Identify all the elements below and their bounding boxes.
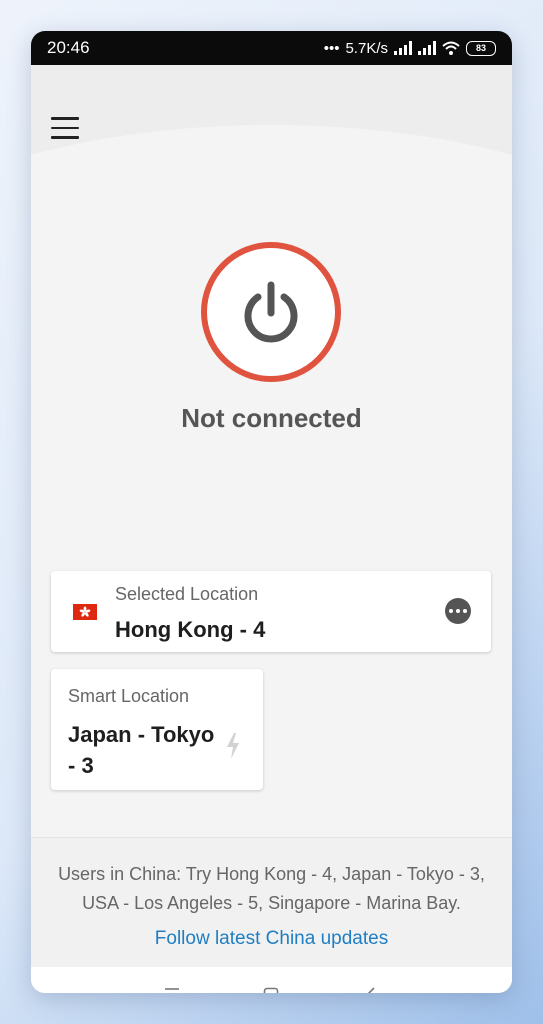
selected-location-value: Hong Kong - 4: [115, 617, 266, 642]
selected-location-label: Selected Location: [115, 584, 259, 604]
menu-icon[interactable]: [51, 117, 79, 139]
wifi-icon: [442, 41, 460, 55]
status-bar: 20:46 ••• 5.7K/s 83: [31, 31, 512, 65]
phone-screen: 20:46 ••• 5.7K/s 83 Not connected Select…: [31, 31, 512, 993]
header-area: [31, 65, 512, 425]
signal-hd-icon: [418, 41, 436, 55]
status-icons: ••• 5.7K/s 83: [324, 40, 496, 57]
network-speed: 5.7K/s: [345, 39, 388, 57]
recents-icon[interactable]: [164, 987, 180, 993]
china-updates-link[interactable]: Follow latest China updates: [31, 928, 512, 950]
smart-location-card[interactable]: Smart Location Japan - Tokyo - 3: [51, 669, 263, 790]
vpn-app: Not connected Selected Location Hong Kon…: [31, 65, 512, 993]
battery-icon: 83: [466, 40, 496, 56]
lightning-icon: [227, 733, 239, 759]
connection-status: Not connected: [181, 403, 362, 433]
navigation-bar: [31, 967, 512, 993]
home-icon[interactable]: [263, 987, 279, 993]
selected-location-card[interactable]: Selected Location Hong Kong - 4: [51, 571, 491, 652]
back-icon[interactable]: [365, 987, 377, 993]
footer: Users in China: Try Hong Kong - 4, Japan…: [31, 837, 512, 968]
flag-icon: [73, 604, 97, 620]
status-time: 20:46: [47, 38, 90, 57]
china-notice: Users in China: Try Hong Kong - 4, Japan…: [58, 864, 485, 913]
power-icon: [244, 281, 298, 343]
power-button[interactable]: [201, 242, 341, 382]
dots-icon: •••: [323, 39, 340, 57]
smart-location-value: Japan - Tokyo - 3: [68, 722, 215, 778]
signal-icon: [394, 41, 412, 55]
smart-location-label: Smart Location: [68, 686, 190, 706]
more-icon[interactable]: [445, 598, 471, 624]
